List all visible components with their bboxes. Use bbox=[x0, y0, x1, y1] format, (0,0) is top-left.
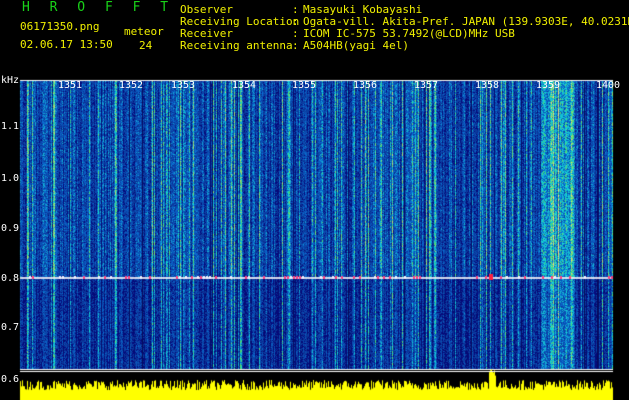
antenna-colon: : bbox=[292, 39, 299, 52]
spectrogram-panel: kHz 1.1 1.0 0.9 0.8 0.7 0.6 1351 1352 13… bbox=[0, 75, 629, 400]
x-tick-1400: 1400 bbox=[596, 80, 621, 91]
x-tick-1354: 1354 bbox=[232, 80, 257, 91]
y-tick-0.9: 0.9 bbox=[1, 223, 20, 234]
date-time: 02.06.17 13:50 bbox=[20, 38, 113, 51]
x-tick-1358: 1358 bbox=[475, 80, 500, 91]
x-tick-1352: 1352 bbox=[119, 80, 144, 91]
meteor-count: 24 bbox=[139, 39, 153, 52]
y-tick-1.0: 1.0 bbox=[1, 173, 20, 184]
x-tick-1357: 1357 bbox=[414, 80, 439, 91]
header-panel: H R O F F T 06171350.png 02.06.17 13:50 … bbox=[0, 0, 629, 78]
x-tick-1356: 1356 bbox=[353, 80, 378, 91]
spectrogram-canvas bbox=[0, 78, 629, 400]
y-tick-0.7: 0.7 bbox=[1, 322, 20, 333]
file-name: 06171350.png bbox=[20, 20, 100, 33]
x-tick-1351: 1351 bbox=[58, 80, 83, 91]
x-tick-1359: 1359 bbox=[536, 80, 561, 91]
app-title: H R O F F T bbox=[22, 0, 175, 15]
y-tick-0.8: 0.8 bbox=[1, 273, 20, 284]
meteor-label: meteor bbox=[124, 25, 164, 38]
y-tick-1.1: 1.1 bbox=[1, 121, 20, 132]
x-tick-1355: 1355 bbox=[292, 80, 317, 91]
antenna-label: Receiving antenna bbox=[180, 39, 293, 52]
x-tick-1353: 1353 bbox=[171, 80, 196, 91]
y-unit-label: kHz bbox=[1, 75, 20, 86]
y-tick-0.6: 0.6 bbox=[1, 374, 20, 385]
antenna-value: A504HB(yagi 4el) bbox=[303, 39, 409, 52]
